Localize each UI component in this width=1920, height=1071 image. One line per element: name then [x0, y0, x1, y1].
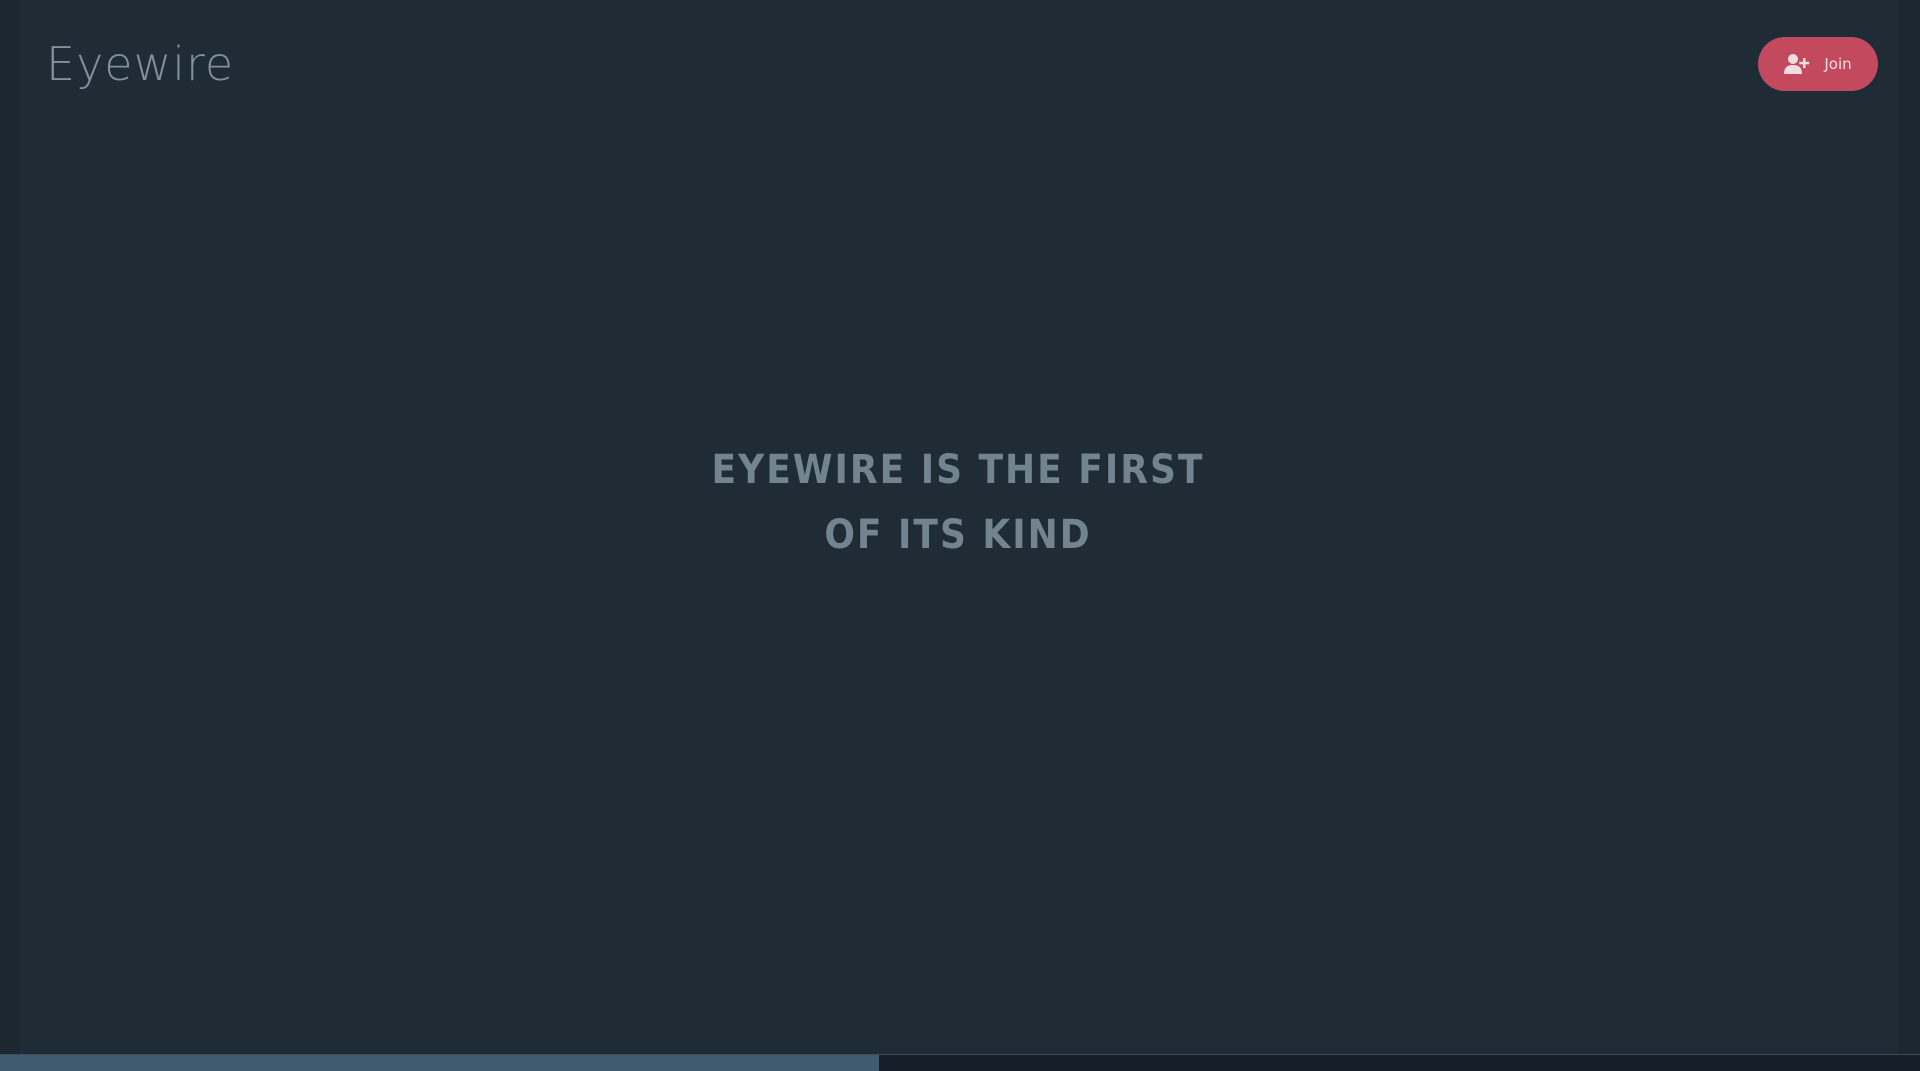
- hero-headline: EYEWIRE IS THE FIRST OF ITS KIND: [0, 438, 1916, 568]
- hero-headline-line-1: EYEWIRE IS THE FIRST: [711, 447, 1205, 493]
- eyewire-logo[interactable]: Eyewire: [46, 36, 234, 92]
- join-button-label: Join: [1824, 55, 1852, 73]
- page: Eyewire Join EYEWIRE IS THE FIRST OF ITS…: [0, 0, 1920, 1071]
- hero-headline-line-2: OF ITS KIND: [824, 512, 1092, 558]
- join-button[interactable]: Join: [1758, 37, 1878, 91]
- scroll-progress-bar: [0, 1054, 1920, 1071]
- user-plus-icon: [1784, 53, 1810, 75]
- scroll-progress-fill: [0, 1055, 880, 1071]
